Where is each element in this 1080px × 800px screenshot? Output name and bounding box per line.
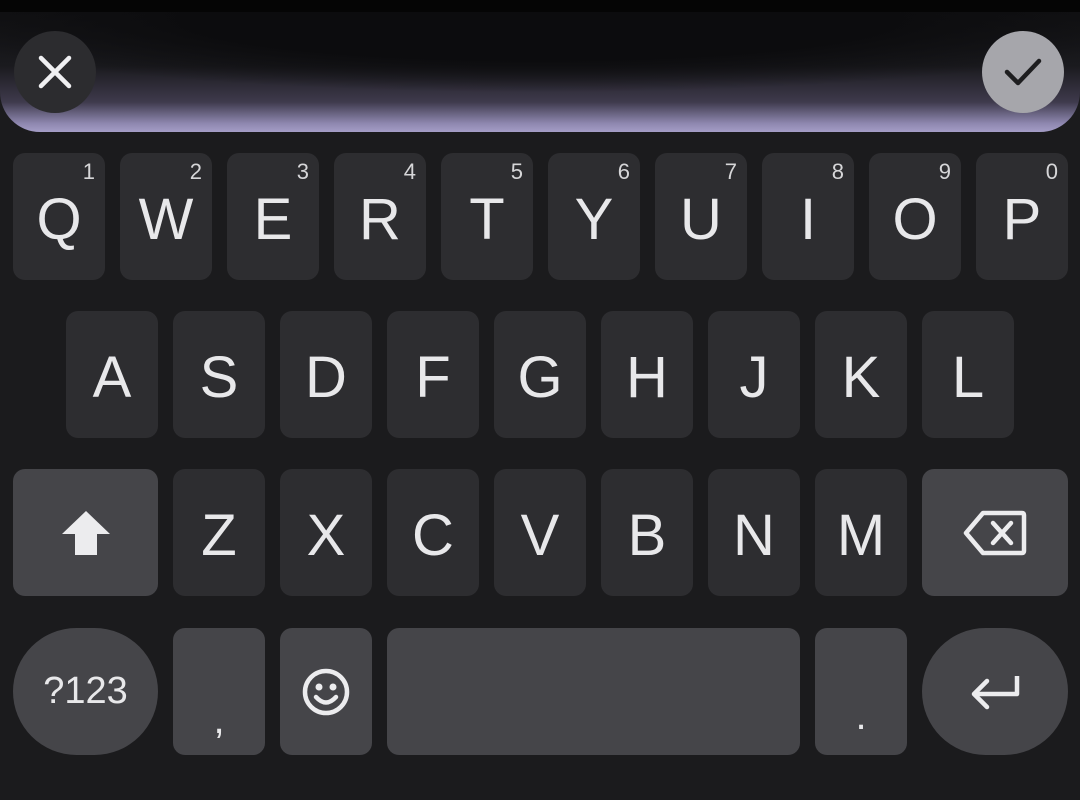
period-key[interactable]: . [815,628,907,755]
key-b[interactable]: B [601,469,693,596]
key-r[interactable]: R 4 [334,153,426,280]
emoji-key[interactable] [280,628,372,755]
key-label: Z [201,502,237,568]
key-label: Y [574,186,614,252]
key-number-hint: 4 [403,159,416,184]
key-label: T [469,186,505,252]
key-number-hint: 0 [1045,159,1058,184]
key-number-hint: 1 [82,159,95,184]
key-label: O [892,186,938,252]
key-number-hint: 6 [617,159,630,184]
voice-input-bar [0,12,1080,132]
key-label: W [138,186,194,252]
key-label: D [305,344,347,410]
key-label: F [415,344,451,410]
key-w[interactable]: W 2 [120,153,212,280]
key-label: L [951,344,985,410]
top-edge [0,0,1080,12]
key-number-hint: 3 [296,159,309,184]
key-s[interactable]: S [173,311,265,438]
key-h[interactable]: H [601,311,693,438]
key-c[interactable]: C [387,469,479,596]
key-label: J [739,344,769,410]
key-label: A [92,344,132,410]
key-o[interactable]: O 9 [869,153,961,280]
symbols-key-label: ?123 [43,670,128,712]
key-k[interactable]: K [815,311,907,438]
shift-arrow-icon [61,510,110,555]
comma-key-label: , [213,698,225,742]
key-z[interactable]: Z [173,469,265,596]
key-q[interactable]: Q 1 [13,153,105,280]
key-p[interactable]: P 0 [976,153,1068,280]
key-t[interactable]: T 5 [441,153,533,280]
key-l[interactable]: L [922,311,1014,438]
key-number-hint: 7 [724,159,737,184]
key-e[interactable]: E 3 [227,153,319,280]
key-n[interactable]: N [708,469,800,596]
key-label: P [1002,186,1042,252]
close-button[interactable] [14,31,96,113]
key-label: V [520,502,560,568]
key-number-hint: 2 [189,159,202,184]
backspace-key[interactable] [922,469,1068,596]
key-m[interactable]: M [815,469,907,596]
key-v[interactable]: V [494,469,586,596]
key-number-hint: 5 [510,159,523,184]
key-label: S [199,344,239,410]
close-icon [38,55,72,89]
shift-key[interactable] [13,469,158,596]
key-g[interactable]: G [494,311,586,438]
enter-arrow-icon [971,675,1020,709]
key-label: I [799,186,817,252]
key-number-hint: 9 [938,159,951,184]
key-y[interactable]: Y 6 [548,153,640,280]
period-key-label: . [855,694,867,738]
key-number-hint: 8 [831,159,844,184]
key-label: U [680,186,722,252]
key-label: N [733,502,775,568]
key-j[interactable]: J [708,311,800,438]
key-label: K [841,344,881,410]
key-x[interactable]: X [280,469,372,596]
backspace-icon [963,510,1027,555]
key-f[interactable]: F [387,311,479,438]
key-d[interactable]: D [280,311,372,438]
key-label: M [836,502,886,568]
key-label: G [517,344,563,410]
enter-key[interactable] [922,628,1068,755]
key-a[interactable]: A [66,311,158,438]
key-label: C [412,502,454,568]
key-label: R [359,186,401,252]
checkmark-icon [1004,58,1042,86]
smiley-icon [302,668,350,715]
key-label: X [306,502,346,568]
key-label: B [627,502,667,568]
key-i[interactable]: I 8 [762,153,854,280]
key-label: H [626,344,668,410]
space-bar[interactable] [387,628,800,755]
key-label: E [253,186,293,252]
key-u[interactable]: U 7 [655,153,747,280]
done-button[interactable] [982,31,1064,113]
symbols-key[interactable]: ?123 [13,628,158,755]
comma-key[interactable]: , [173,628,265,755]
key-label: Q [36,186,82,252]
